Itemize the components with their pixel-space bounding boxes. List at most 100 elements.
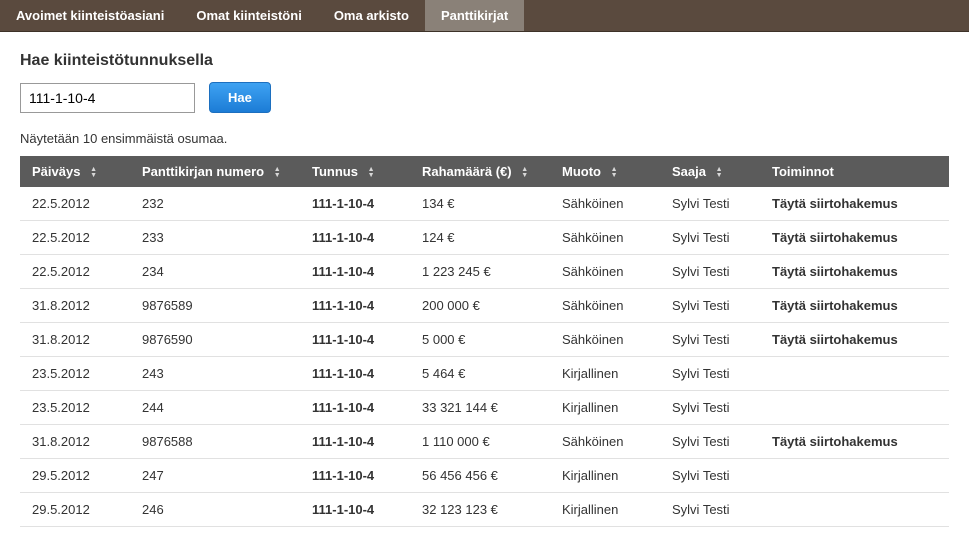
table-row: 22.5.2012233111-1-10-4124 €SähköinenSylv… [20, 221, 949, 255]
col-header-number-label: Panttikirjan numero [142, 164, 264, 179]
cell-amount: 32 123 123 € [410, 493, 550, 527]
cell-tunnus-link[interactable]: 111-1-10-4 [300, 323, 410, 357]
table-row: 29.5.2012246111-1-10-432 123 123 €Kirjal… [20, 493, 949, 527]
cell-tunnus-link[interactable]: 111-1-10-4 [300, 187, 410, 221]
top-nav: Avoimet kiinteistöasianiOmat kiinteistön… [0, 0, 969, 32]
cell-tunnus-link[interactable]: 111-1-10-4 [300, 391, 410, 425]
cell-tunnus-link[interactable]: 111-1-10-4 [300, 357, 410, 391]
cell-saaja: Sylvi Testi [660, 289, 760, 323]
cell-number: 234 [130, 255, 300, 289]
search-row: Hae [20, 82, 949, 113]
results-table: Päiväys ▲▼ Panttikirjan numero ▲▼ Tunnus… [20, 156, 949, 527]
main-content: Hae kiinteistötunnuksella Hae Näytetään … [0, 32, 969, 537]
table-row: 31.8.20129876590111-1-10-45 000 €Sähköin… [20, 323, 949, 357]
col-header-number[interactable]: Panttikirjan numero ▲▼ [130, 156, 300, 187]
cell-number: 9876588 [130, 425, 300, 459]
cell-amount: 124 € [410, 221, 550, 255]
search-button[interactable]: Hae [209, 82, 271, 113]
cell-amount: 1 223 245 € [410, 255, 550, 289]
col-header-tunnus-label: Tunnus [312, 164, 358, 179]
cell-number: 247 [130, 459, 300, 493]
cell-muoto: Kirjallinen [550, 357, 660, 391]
cell-saaja: Sylvi Testi [660, 255, 760, 289]
nav-tab[interactable]: Omat kiinteistöni [180, 0, 317, 31]
sort-icon: ▲▼ [521, 167, 528, 179]
cell-action[interactable]: Täytä siirtohakemus [760, 255, 949, 289]
sort-icon: ▲▼ [274, 167, 281, 179]
table-row: 22.5.2012234111-1-10-41 223 245 €Sähköin… [20, 255, 949, 289]
col-header-muoto[interactable]: Muoto ▲▼ [550, 156, 660, 187]
results-tbody: 22.5.2012232111-1-10-4134 €SähköinenSylv… [20, 187, 949, 527]
cell-action[interactable]: Täytä siirtohakemus [760, 425, 949, 459]
cell-saaja: Sylvi Testi [660, 391, 760, 425]
cell-action [760, 391, 949, 425]
cell-amount: 5 464 € [410, 357, 550, 391]
sort-icon: ▲▼ [90, 167, 97, 179]
col-header-saaja-label: Saaja [672, 164, 706, 179]
cell-muoto: Sähköinen [550, 187, 660, 221]
cell-muoto: Sähköinen [550, 289, 660, 323]
cell-saaja: Sylvi Testi [660, 357, 760, 391]
cell-action[interactable]: Täytä siirtohakemus [760, 289, 949, 323]
cell-date: 31.8.2012 [20, 289, 130, 323]
search-heading: Hae kiinteistötunnuksella [20, 52, 949, 70]
col-header-date-label: Päiväys [32, 164, 80, 179]
cell-tunnus-link[interactable]: 111-1-10-4 [300, 493, 410, 527]
cell-tunnus-link[interactable]: 111-1-10-4 [300, 425, 410, 459]
sort-icon: ▲▼ [368, 167, 375, 179]
cell-saaja: Sylvi Testi [660, 221, 760, 255]
cell-muoto: Kirjallinen [550, 459, 660, 493]
cell-muoto: Kirjallinen [550, 493, 660, 527]
cell-date: 23.5.2012 [20, 357, 130, 391]
cell-amount: 5 000 € [410, 323, 550, 357]
cell-action [760, 459, 949, 493]
cell-saaja: Sylvi Testi [660, 187, 760, 221]
cell-muoto: Sähköinen [550, 255, 660, 289]
col-header-toiminnot-label: Toiminnot [772, 164, 834, 179]
cell-saaja: Sylvi Testi [660, 425, 760, 459]
property-id-input[interactable] [20, 83, 195, 113]
cell-date: 29.5.2012 [20, 493, 130, 527]
cell-number: 233 [130, 221, 300, 255]
cell-amount: 56 456 456 € [410, 459, 550, 493]
col-header-amount[interactable]: Rahamäärä (€) ▲▼ [410, 156, 550, 187]
cell-saaja: Sylvi Testi [660, 323, 760, 357]
nav-tab[interactable]: Oma arkisto [318, 0, 425, 31]
cell-saaja: Sylvi Testi [660, 493, 760, 527]
sort-icon: ▲▼ [611, 167, 618, 179]
nav-tab[interactable]: Panttikirjat [425, 0, 524, 31]
cell-action [760, 493, 949, 527]
cell-number: 9876589 [130, 289, 300, 323]
nav-tab[interactable]: Avoimet kiinteistöasiani [0, 0, 180, 31]
col-header-muoto-label: Muoto [562, 164, 601, 179]
cell-amount: 134 € [410, 187, 550, 221]
cell-tunnus-link[interactable]: 111-1-10-4 [300, 459, 410, 493]
cell-action[interactable]: Täytä siirtohakemus [760, 221, 949, 255]
cell-tunnus-link[interactable]: 111-1-10-4 [300, 289, 410, 323]
col-header-toiminnot: Toiminnot [760, 156, 949, 187]
cell-tunnus-link[interactable]: 111-1-10-4 [300, 255, 410, 289]
cell-amount: 1 110 000 € [410, 425, 550, 459]
cell-date: 31.8.2012 [20, 425, 130, 459]
cell-tunnus-link[interactable]: 111-1-10-4 [300, 221, 410, 255]
cell-action[interactable]: Täytä siirtohakemus [760, 323, 949, 357]
cell-action[interactable]: Täytä siirtohakemus [760, 187, 949, 221]
cell-date: 23.5.2012 [20, 391, 130, 425]
col-header-date[interactable]: Päiväys ▲▼ [20, 156, 130, 187]
results-note: Näytetään 10 ensimmäistä osumaa. [20, 131, 949, 146]
cell-date: 22.5.2012 [20, 255, 130, 289]
cell-muoto: Sähköinen [550, 221, 660, 255]
cell-date: 22.5.2012 [20, 221, 130, 255]
col-header-saaja[interactable]: Saaja ▲▼ [660, 156, 760, 187]
cell-date: 31.8.2012 [20, 323, 130, 357]
cell-amount: 33 321 144 € [410, 391, 550, 425]
cell-amount: 200 000 € [410, 289, 550, 323]
table-row: 31.8.20129876589111-1-10-4200 000 €Sähkö… [20, 289, 949, 323]
cell-action [760, 357, 949, 391]
cell-muoto: Sähköinen [550, 323, 660, 357]
col-header-tunnus[interactable]: Tunnus ▲▼ [300, 156, 410, 187]
cell-muoto: Sähköinen [550, 425, 660, 459]
cell-date: 29.5.2012 [20, 459, 130, 493]
cell-muoto: Kirjallinen [550, 391, 660, 425]
table-row: 23.5.2012244111-1-10-433 321 144 €Kirjal… [20, 391, 949, 425]
